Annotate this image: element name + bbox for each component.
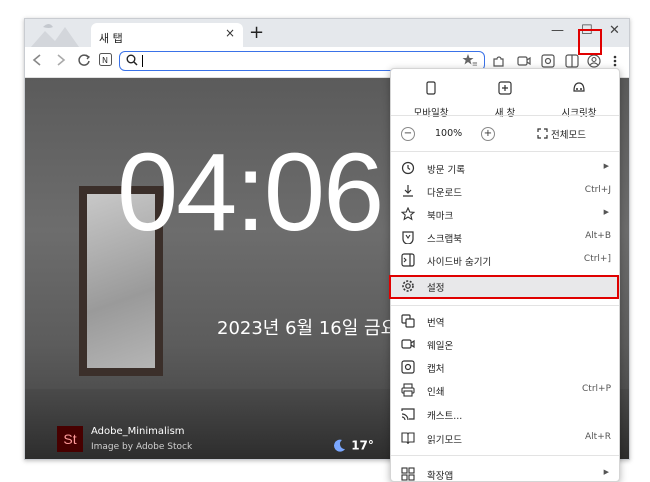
menu-item-shortcut: Ctrl+J	[584, 185, 611, 195]
divider	[391, 305, 619, 306]
capture-icon	[401, 360, 415, 374]
reload-icon[interactable]	[77, 53, 91, 67]
date-text: 2023년 6월 16일 금요일	[217, 318, 414, 339]
svg-text:≡: ≡	[472, 60, 478, 67]
submenu-arrow-icon: ▶	[603, 468, 609, 476]
quick-label: 모바일창	[413, 108, 449, 119]
menu-item-label: 읽기모드	[427, 435, 462, 446]
weather-widget[interactable]: 17°	[331, 438, 374, 454]
menu-item-label: 번역	[427, 318, 445, 329]
menu-item-reading-mode[interactable]: 읽기모드 Alt+R	[391, 427, 619, 450]
divider	[391, 115, 619, 116]
menu-item-label: 북마크	[427, 211, 454, 222]
menu-item-extension-apps[interactable]: 확장앱 ▶	[391, 463, 619, 481]
sidebar-hide-icon	[401, 253, 415, 267]
weather-temp: 17°	[351, 438, 374, 453]
fullscreen-label: 전체모드	[551, 130, 586, 141]
whaleon-icon	[401, 339, 415, 349]
screenshot-icon[interactable]	[541, 54, 555, 68]
favorite-star-icon[interactable]: ≡	[462, 53, 478, 67]
back-arrow-icon[interactable]	[31, 53, 43, 67]
menu-item-translate[interactable]: 번역	[391, 310, 619, 333]
menu-item-label: 다운로드	[427, 188, 462, 199]
divider	[391, 151, 619, 152]
search-icon	[126, 54, 138, 66]
secret-icon	[573, 82, 585, 92]
more-menu-highlight	[578, 29, 602, 55]
translate-icon	[401, 314, 415, 328]
menu-item-print[interactable]: 인쇄 Ctrl+P	[391, 379, 619, 402]
menu-item-shortcut: Alt+B	[585, 231, 611, 241]
menu-item-capture[interactable]: 캡처	[391, 356, 619, 379]
adobe-stock-logo: St	[57, 426, 83, 452]
quick-label: 시크릿창	[561, 108, 597, 119]
submenu-arrow-icon: ▶	[603, 208, 609, 216]
zoom-in-button[interactable]: +	[481, 127, 495, 141]
profile-icon[interactable]	[587, 54, 601, 68]
menu-item-whaleon[interactable]: 웨일온	[391, 333, 619, 356]
image-credit-title[interactable]: Adobe_Minimalism	[91, 426, 185, 437]
bookmark-star-icon	[401, 207, 415, 221]
menu-item-cast[interactable]: 캐스트...	[391, 403, 619, 426]
download-icon	[403, 185, 413, 197]
menu-item-scrapbook[interactable]: 스크랩북 Alt+B	[391, 226, 619, 249]
zoom-level: 100%	[435, 128, 463, 139]
reading-mode-icon	[401, 432, 415, 445]
menu-item-label: 웨일온	[427, 341, 454, 352]
mobile-icon	[426, 81, 436, 95]
history-icon	[401, 161, 415, 175]
extension-icon[interactable]	[491, 54, 505, 68]
tab-title: 새 탭	[99, 32, 123, 45]
sidebar-icon[interactable]	[565, 54, 579, 68]
menu-item-label: 캐스트...	[427, 411, 463, 422]
menu-item-history[interactable]: 방문 기록 ▶	[391, 157, 619, 180]
menu-item-shortcut: Alt+R	[585, 432, 611, 442]
new-tab-button[interactable]: +	[249, 24, 264, 42]
quick-label: 새 창	[494, 108, 516, 119]
fullscreen-button[interactable]: 전체모드	[537, 127, 586, 141]
more-menu-icon[interactable]	[610, 54, 624, 68]
settings-highlight	[389, 275, 619, 299]
forward-arrow-icon[interactable]	[55, 53, 67, 67]
capture-icon[interactable]	[517, 54, 531, 68]
menu-item-label: 사이드바 숨기기	[427, 257, 492, 268]
scrapbook-icon	[402, 231, 414, 244]
menu-item-label: 인쇄	[427, 387, 445, 398]
clock: 04:06	[117, 131, 384, 254]
minimize-button[interactable]: —	[551, 23, 564, 38]
menu-item-hide-sidebar[interactable]: 사이드바 숨기기 Ctrl+]	[391, 249, 619, 272]
naver-icon[interactable]: N	[99, 53, 112, 66]
fullscreen-icon	[537, 128, 548, 139]
zoom-out-button[interactable]: −	[401, 127, 415, 141]
whale-logo-icon	[25, 19, 91, 47]
menu-item-shortcut: Ctrl+]	[583, 254, 611, 264]
divider	[391, 455, 619, 456]
cast-icon	[401, 408, 415, 421]
moon-icon	[334, 439, 345, 452]
menu-item-label: 캡처	[427, 364, 445, 375]
submenu-arrow-icon: ▶	[603, 162, 609, 170]
print-icon	[401, 383, 415, 397]
close-tab-icon[interactable]: ×	[225, 26, 235, 40]
close-window-button[interactable]: ✕	[609, 23, 620, 38]
text-caret	[142, 55, 143, 67]
new-window-icon	[498, 81, 512, 95]
menu-item-label: 방문 기록	[427, 165, 465, 176]
menu-item-label: 스크랩북	[427, 234, 462, 245]
tab-new-tab[interactable]: 새 탭 ×	[91, 23, 243, 47]
menu-item-download[interactable]: 다운로드 Ctrl+J	[391, 180, 619, 203]
menu-item-shortcut: Ctrl+P	[582, 384, 611, 394]
tab-bar: 새 탭 × + — ☐ ✕	[25, 19, 629, 47]
svg-text:N: N	[102, 56, 108, 65]
menu-item-bookmark[interactable]: 북마크 ▶	[391, 203, 619, 226]
image-credit-source: Image by Adobe Stock	[91, 442, 193, 452]
extension-apps-icon	[401, 467, 415, 481]
